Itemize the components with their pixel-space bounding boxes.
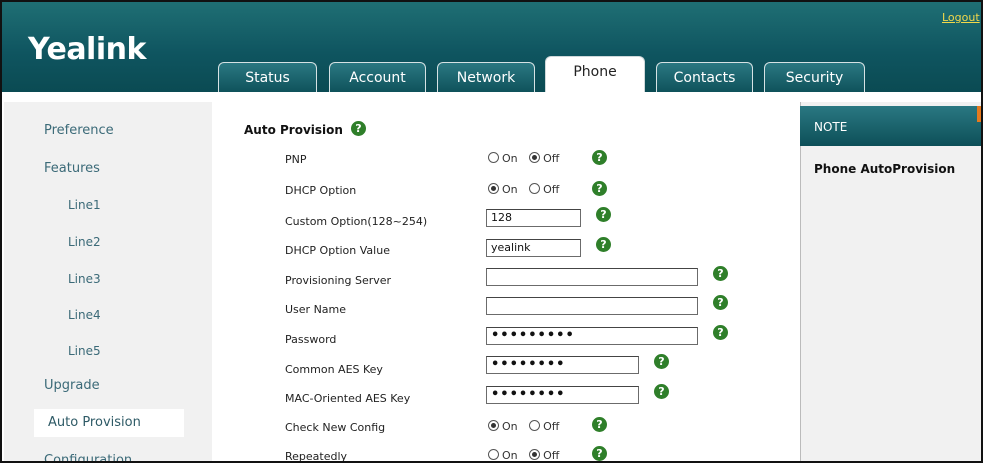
sidebar-item-auto-provision[interactable]: Auto Provision [34,409,184,437]
pnp-label: PNP [285,153,307,166]
tab-status[interactable]: Status [218,62,317,94]
sidebar-item-line2[interactable]: Line2 [4,228,212,256]
check-new-config-off-label: Off [543,420,560,433]
pnp-help-icon[interactable]: ? [592,150,607,165]
repeatedly-label: Repeatedly [285,450,348,463]
note-heading: NOTE [800,106,981,146]
yealink-logo: Yealink [28,32,146,67]
mac-aes-key-input[interactable]: •••••••• [486,386,639,404]
sidebar-item-features[interactable]: Features [4,155,212,183]
pnp-on-label: On [502,152,518,165]
sidebar-item-preference[interactable]: Preference [4,117,212,145]
tab-network[interactable]: Network [437,62,535,94]
sidebar-item-line1[interactable]: Line1 [4,191,212,219]
sidebar-item-line5[interactable]: Line5 [4,337,212,365]
password-help-icon[interactable]: ? [713,325,728,340]
tab-security[interactable]: Security [764,62,865,94]
section-title: Auto Provision [244,123,343,137]
dhcp-option-label: DHCP Option [285,184,357,197]
app-window: Yealink Logout Status Account Network Ph… [0,0,983,463]
note-corner-marker [977,106,981,122]
repeatedly-on-radio[interactable] [488,449,499,460]
tab-account[interactable]: Account [329,62,426,94]
user-name-input[interactable] [486,297,698,315]
provisioning-server-help-icon[interactable]: ? [713,266,728,281]
common-aes-key-label: Common AES Key [285,363,383,376]
check-new-config-on-radio[interactable] [488,420,499,431]
content-top-strip [2,92,981,102]
user-name-label: User Name [285,303,347,316]
pnp-radio-group: On Off [488,152,567,165]
dhcp-option-off-label: Off [543,183,560,196]
dhcp-option-help-icon[interactable]: ? [592,181,607,196]
pnp-on-radio[interactable] [488,152,499,163]
tab-contacts[interactable]: Contacts [656,62,753,94]
mac-aes-key-help-icon[interactable]: ? [654,384,669,399]
common-aes-key-input[interactable]: •••••••• [486,356,639,374]
dhcp-option-off-radio[interactable] [529,183,541,194]
pnp-off-radio[interactable] [529,152,541,163]
repeatedly-radio-group: On Off [488,449,567,462]
custom-option-input[interactable]: 128 [486,209,581,227]
check-new-config-label: Check New Config [285,421,386,434]
note-body: Phone AutoProvision [814,162,956,176]
repeatedly-help-icon[interactable]: ? [592,446,607,461]
repeatedly-off-radio[interactable] [529,449,541,460]
sidebar-item-configuration[interactable]: Configuration [4,447,212,461]
dhcp-option-value-help-icon[interactable]: ? [596,237,611,252]
check-new-config-on-label: On [502,420,518,433]
password-input[interactable]: ••••••••• [486,327,698,345]
sidebar: Preference Features Line1 Line2 Line3 Li… [4,102,212,461]
sidebar-item-line4[interactable]: Line4 [4,301,212,329]
custom-option-label: Custom Option(128~254) [285,215,428,228]
header-bar: Yealink Logout Status Account Network Ph… [2,2,981,94]
provisioning-server-input[interactable] [486,268,698,286]
password-label: Password [285,333,337,346]
dhcp-option-value-input[interactable]: yealink [486,239,581,257]
repeatedly-off-label: Off [543,449,560,462]
check-new-config-off-radio[interactable] [529,420,541,431]
check-new-config-help-icon[interactable]: ? [592,417,607,432]
check-new-config-radio-group: On Off [488,420,567,433]
sidebar-item-line3[interactable]: Line3 [4,265,212,293]
tab-phone[interactable]: Phone [545,56,645,94]
sidebar-item-upgrade[interactable]: Upgrade [4,372,212,400]
dhcp-option-on-label: On [502,183,518,196]
dhcp-option-on-radio[interactable] [488,183,499,194]
dhcp-option-radio-group: On Off [488,183,567,196]
help-icon[interactable]: ? [351,121,366,136]
dhcp-option-value-label: DHCP Option Value [285,244,390,257]
note-panel [800,102,981,461]
common-aes-key-help-icon[interactable]: ? [654,354,669,369]
mac-aes-key-label: MAC-Oriented AES Key [285,392,411,405]
provisioning-server-label: Provisioning Server [285,274,392,287]
user-name-help-icon[interactable]: ? [713,295,728,310]
logout-link[interactable]: Logout [942,11,980,24]
custom-option-help-icon[interactable]: ? [596,207,611,222]
pnp-off-label: Off [543,152,560,165]
repeatedly-on-label: On [502,449,518,462]
